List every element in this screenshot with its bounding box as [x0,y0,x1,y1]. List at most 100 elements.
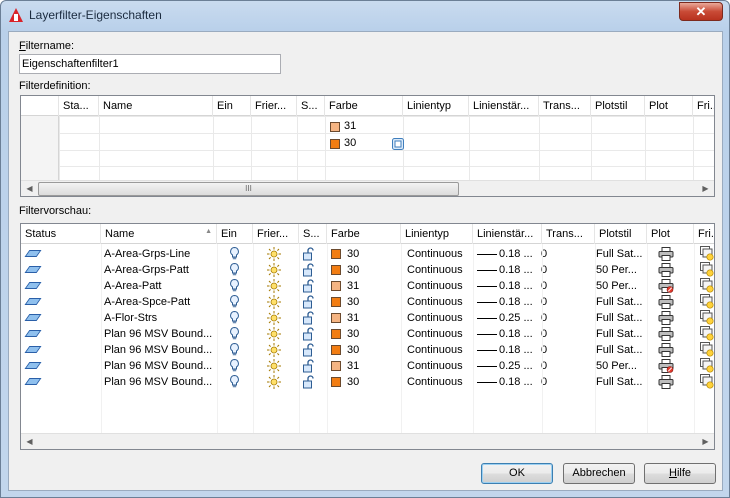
color-value[interactable]: 31 [347,280,359,292]
column-header-5[interactable]: Farbe [327,224,401,244]
help-button[interactable]: Hilfe [644,463,716,484]
title-bar[interactable]: Layerfilter-Eigenschaften ✕ [1,1,729,31]
color-value[interactable]: 31 [344,120,356,132]
scroll-thumb[interactable]: III [38,182,459,196]
scroll-left-arrow[interactable]: ◀ [21,181,38,196]
color-value[interactable]: 30 [347,248,359,260]
column-header-6[interactable]: Linientyp [401,224,473,244]
lineweight-value[interactable]: 0.18 ... [499,344,533,356]
table-row[interactable]: A-Area-Grps-Line 30 Continuous 0.18 ... 0 Ful… [21,246,714,262]
layer-name[interactable]: Plan 96 MSV Bound... [104,376,212,388]
plotstyle-value[interactable]: Full Sat... [596,296,642,308]
layer-name[interactable]: A-Area-Grps-Patt [104,264,189,276]
layer-name[interactable]: Plan 96 MSV Bound... [104,328,212,340]
plotstyle-value[interactable]: Full Sat... [596,344,642,356]
linetype-value[interactable]: Continuous [407,264,463,276]
layer-name[interactable]: A-Area-Patt [104,280,161,292]
layer-name[interactable]: A-Area-Spce-Patt [104,296,190,308]
close-button[interactable]: ✕ [679,2,723,21]
column-header-8[interactable]: Trans... [539,96,591,116]
plotstyle-value[interactable]: Full Sat... [596,248,642,260]
color-value[interactable]: 30 [344,137,356,149]
lineweight-value[interactable]: 0.18 ... [499,296,533,308]
column-header-0[interactable]: Status [21,224,101,244]
column-header-1[interactable]: Name ▲ [101,224,217,244]
grid-row-line [21,150,714,151]
column-header-11[interactable]: Fri... [693,96,714,116]
scroll-right-arrow[interactable]: ▶ [697,181,714,196]
filtervorschau-label: Filtervorschau: [19,205,92,217]
plotstyle-value[interactable]: 50 Per... [596,360,637,372]
column-header-11[interactable]: Fri... [694,224,714,244]
cancel-button[interactable]: Abbrechen [563,463,635,484]
table-row[interactable]: A-Area-Patt 31 Continuous 0.18 ... 0 50 Per..… [21,278,714,294]
linetype-value[interactable]: Continuous [407,248,463,260]
scroll-left-arrow[interactable]: ◀ [21,434,38,449]
column-header-7[interactable]: Linienstär... [473,224,542,244]
layer-name[interactable]: Plan 96 MSV Bound... [104,344,212,356]
column-header-8[interactable]: Trans... [542,224,595,244]
lineweight-value[interactable]: 0.25 ... [499,312,533,324]
layer-name[interactable]: A-Flor-Strs [104,312,157,324]
table-row[interactable]: Plan 96 MSV Bound... 30 Continuous 0.18 ...… [21,342,714,358]
table-row[interactable]: Plan 96 MSV Bound... 30 Continuous 0.18 ...… [21,374,714,390]
column-header-0[interactable]: Sta... [59,96,99,116]
table-row[interactable]: Plan 96 MSV Bound... 30 Continuous 0.18 ...… [21,326,714,342]
plotstyle-value[interactable]: Full Sat... [596,376,642,388]
lineweight-value[interactable]: 0.18 ... [499,264,533,276]
plotstyle-value[interactable]: 50 Per... [596,264,637,276]
column-header-5[interactable]: Farbe [325,96,403,116]
column-header-4[interactable]: S... [297,96,325,116]
lineweight-line-icon [477,366,497,367]
ok-button[interactable]: OK [481,463,553,484]
plotstyle-value[interactable]: Full Sat... [596,312,642,324]
filtervorschau-hscrollbar[interactable]: ◀ ▶ [21,433,714,449]
column-header-4[interactable]: S... [299,224,327,244]
linetype-value[interactable]: Continuous [407,296,463,308]
filtername-input[interactable]: Eigenschaftenfilter1 [19,54,281,74]
column-header-7[interactable]: Linienstär... [469,96,539,116]
column-header-6[interactable]: Linientyp [403,96,469,116]
color-value[interactable]: 30 [347,328,359,340]
table-row[interactable]: A-Area-Spce-Patt 30 Continuous 0.18 ... 0 Ful… [21,294,714,310]
lineweight-value[interactable]: 0.18 ... [499,376,533,388]
color-value[interactable]: 30 [347,376,359,388]
table-row[interactable]: Plan 96 MSV Bound... 31 Continuous 0.25 ...… [21,358,714,374]
column-header-3[interactable]: Frier... [251,96,297,116]
linetype-value[interactable]: Continuous [407,280,463,292]
lineweight-value[interactable]: 0.25 ... [499,360,533,372]
column-header-2[interactable]: Ein [213,96,251,116]
lineweight-value[interactable]: 0.18 ... [499,248,533,260]
color-picker-button[interactable] [392,138,404,150]
color-value[interactable]: 30 [347,296,359,308]
color-value[interactable]: 30 [347,344,359,356]
column-header-9[interactable]: Plotstil [595,224,647,244]
color-value[interactable]: 31 [347,312,359,324]
lineweight-value[interactable]: 0.18 ... [499,280,533,292]
column-header-3[interactable]: Frier... [253,224,299,244]
linetype-value[interactable]: Continuous [407,312,463,324]
column-header-10[interactable]: Plot [645,96,693,116]
scroll-right-arrow[interactable]: ▶ [697,434,714,449]
plotstyle-value[interactable]: 50 Per... [596,280,637,292]
color-value[interactable]: 30 [347,264,359,276]
linetype-value[interactable]: Continuous [407,376,463,388]
filterdefinition-hscrollbar[interactable]: ◀ III ▶ [21,180,714,196]
column-header-9[interactable]: Plotstil [591,96,645,116]
linetype-value[interactable]: Continuous [407,328,463,340]
lineweight-value[interactable]: 0.18 ... [499,328,533,340]
linetype-value[interactable]: Continuous [407,344,463,356]
color-value[interactable]: 31 [347,360,359,372]
linetype-value[interactable]: Continuous [407,360,463,372]
filterdefinition-grid[interactable]: Sta... Name Ein Frier... S... Farbe Linientyp L… [20,95,715,197]
column-header-10[interactable]: Plot [647,224,694,244]
layer-name[interactable]: A-Area-Grps-Line [104,248,190,260]
column-header-1[interactable]: Name [99,96,213,116]
column-header-2[interactable]: Ein [217,224,253,244]
filtervorschau-grid[interactable]: Status Name ▲ Ein Frier... S... Farbe Linientyp… [20,223,715,450]
plotstyle-value[interactable]: Full Sat... [596,328,642,340]
layer-name[interactable]: Plan 96 MSV Bound... [104,360,212,372]
autocad-app-icon [9,8,23,22]
table-row[interactable]: A-Area-Grps-Patt 30 Continuous 0.18 ... 0 50 … [21,262,714,278]
table-row[interactable]: A-Flor-Strs 31 Continuous 0.25 ... 0 Full Sat… [21,310,714,326]
